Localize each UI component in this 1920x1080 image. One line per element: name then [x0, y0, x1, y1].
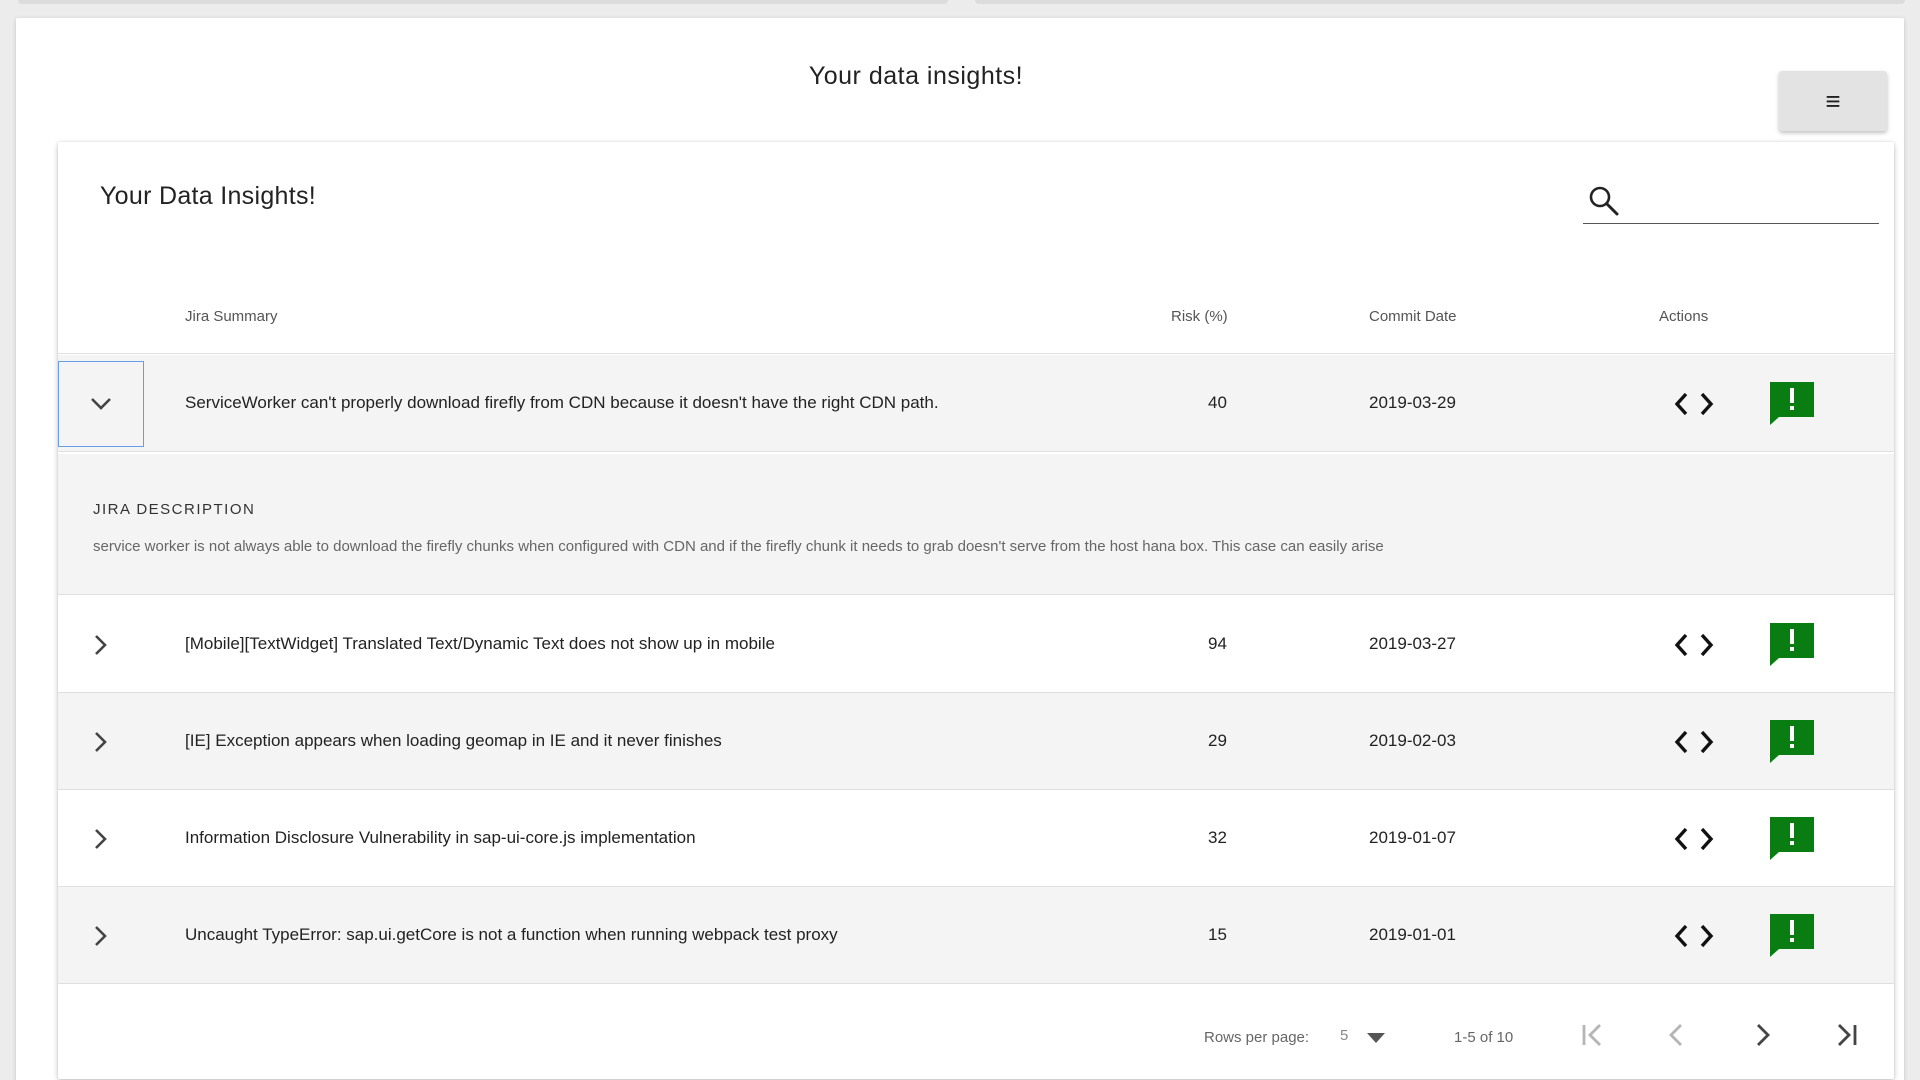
rows-per-page-label: Rows per page: [1204, 1029, 1310, 1046]
code-icon[interactable] [1673, 726, 1715, 758]
table-row[interactable]: [IE] Exception appears when loading geom… [58, 693, 1894, 790]
last-page-icon[interactable] [1830, 1018, 1864, 1052]
chevron-right-icon [95, 829, 107, 849]
collapse-row-button[interactable] [58, 361, 144, 447]
table-header: Jira Summary Risk (%) Commit Date Action… [58, 302, 1894, 354]
row-summary: [IE] Exception appears when loading geom… [185, 731, 722, 750]
expand-row-button[interactable] [58, 796, 144, 882]
expand-row-button[interactable] [58, 602, 144, 688]
row-summary: Uncaught TypeError: sap.ui.getCore is no… [185, 925, 838, 944]
next-page-icon[interactable] [1745, 1018, 1779, 1052]
column-header-actions: Actions [1659, 308, 1709, 325]
data-table-card: Your Data Insights! Jira Summary Risk (%… [58, 142, 1894, 1079]
row-commit-date: 2019-01-01 [1369, 925, 1456, 944]
row-risk: 40 [1208, 393, 1227, 412]
feedback-icon[interactable] [1768, 912, 1816, 958]
row-risk: 29 [1208, 731, 1227, 750]
background-card-edge-left [18, 0, 948, 4]
first-page-icon[interactable] [1575, 1018, 1609, 1052]
code-icon[interactable] [1673, 629, 1715, 661]
hamburger-icon: ≡ [1825, 85, 1841, 116]
row-risk: 32 [1208, 828, 1227, 847]
row-commit-date: 2019-03-29 [1369, 393, 1456, 412]
row-risk: 94 [1208, 634, 1227, 653]
search-icon[interactable] [1587, 184, 1621, 218]
row-summary: Information Disclosure Vulnerability in … [185, 828, 696, 847]
column-header-risk[interactable]: Risk (%) [1171, 308, 1228, 325]
search-field [1583, 180, 1879, 224]
table-pagination: Rows per page: 5 1-5 of 10 [58, 990, 1894, 1079]
table-row[interactable]: [Mobile][TextWidget] Translated Text/Dyn… [58, 596, 1894, 693]
menu-button[interactable]: ≡ [1779, 71, 1887, 131]
column-header-commit-date[interactable]: Commit Date [1369, 308, 1457, 325]
expand-row-button[interactable] [58, 893, 144, 979]
chevron-right-icon [95, 635, 107, 655]
search-input[interactable] [1631, 184, 1871, 218]
feedback-icon[interactable] [1768, 815, 1816, 861]
row-summary: ServiceWorker can't properly download fi… [185, 393, 939, 412]
code-icon[interactable] [1673, 823, 1715, 855]
previous-page-icon[interactable] [1660, 1018, 1694, 1052]
table-row[interactable]: Information Disclosure Vulnerability in … [58, 790, 1894, 887]
background-card-edge-right [975, 0, 1905, 4]
code-icon[interactable] [1673, 920, 1715, 952]
column-header-summary[interactable]: Jira Summary [185, 308, 278, 325]
rows-per-page-select[interactable]: 5 [1340, 1027, 1348, 1044]
dashboard-card: Your data insights! ≡ Your Data Insights… [16, 18, 1904, 1080]
table-row[interactable]: ServiceWorker can't properly download fi… [58, 355, 1894, 452]
table-row[interactable]: Uncaught TypeError: sap.ui.getCore is no… [58, 887, 1894, 984]
row-summary: [Mobile][TextWidget] Translated Text/Dyn… [185, 634, 775, 653]
row-commit-date: 2019-01-07 [1369, 828, 1456, 847]
chevron-right-icon [95, 926, 107, 946]
feedback-icon[interactable] [1768, 621, 1816, 667]
pagination-range: 1-5 of 10 [1454, 1029, 1514, 1046]
chevron-down-icon [91, 398, 111, 410]
table-title: Your Data Insights! [100, 182, 317, 210]
row-commit-date: 2019-03-27 [1369, 634, 1456, 653]
chevron-right-icon [95, 732, 107, 752]
details-text: service worker is not always able to dow… [93, 538, 1384, 555]
expand-row-button[interactable] [58, 699, 144, 785]
caret-down-icon[interactable] [1366, 1032, 1386, 1044]
row-details-panel: JIRA DESCRIPTION service worker is not a… [58, 454, 1894, 595]
row-commit-date: 2019-02-03 [1369, 731, 1456, 750]
code-icon[interactable] [1673, 388, 1715, 420]
page-title: Your data insights! [808, 62, 1024, 90]
row-risk: 15 [1208, 925, 1227, 944]
details-title: JIRA DESCRIPTION [93, 501, 256, 518]
feedback-icon[interactable] [1768, 380, 1816, 426]
feedback-icon[interactable] [1768, 718, 1816, 764]
